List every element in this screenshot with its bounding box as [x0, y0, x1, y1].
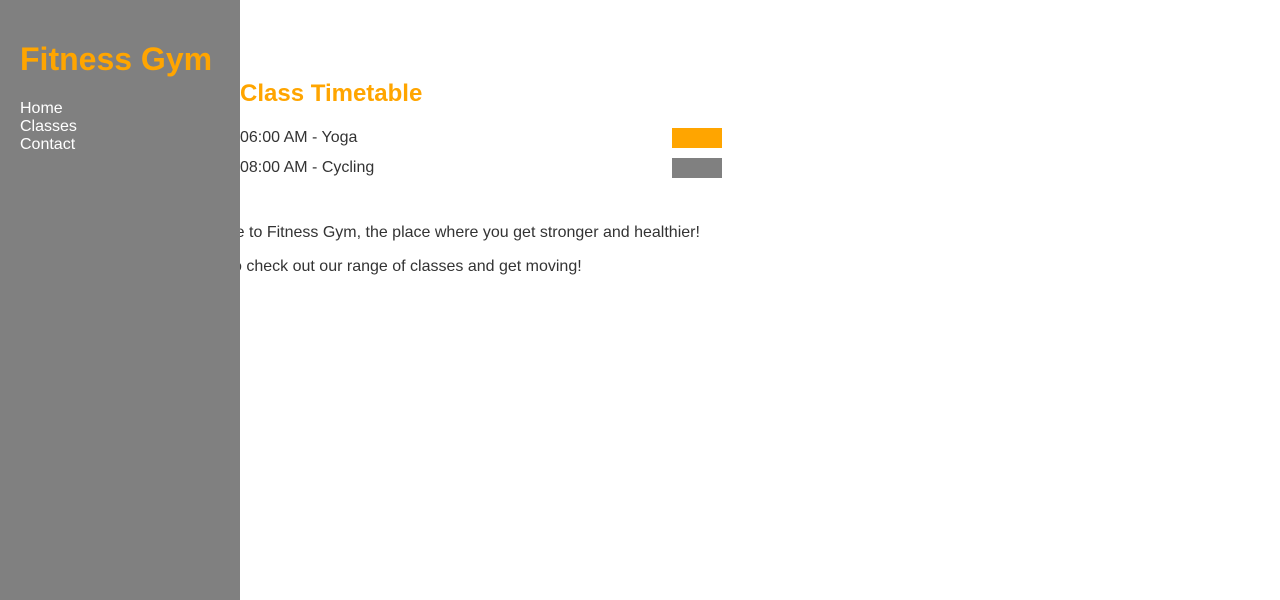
site-title: Fitness Gym: [20, 41, 213, 77]
sidebar: Fitness Gym Home Classes Contact: [0, 0, 240, 600]
timetable-title: Class Timetable: [240, 80, 423, 107]
page: Class Timetable 06:00 AM - Yoga 08:00 AM…: [0, 0, 1280, 600]
class-label: 06:00 AM - Yoga: [240, 129, 358, 146]
sidebar-item-contact[interactable]: Contact: [20, 136, 77, 154]
class-color-swatch: [672, 128, 722, 148]
class-row-yoga: 06:00 AM - Yoga: [240, 128, 722, 148]
sidebar-nav: Home Classes Contact: [20, 100, 77, 154]
welcome-text: elcome to Fitness Gym, the place where y…: [193, 224, 700, 241]
class-color-swatch: [672, 158, 722, 178]
class-label: 08:00 AM - Cycling: [240, 159, 375, 176]
sidebar-item-classes[interactable]: Classes: [20, 118, 77, 136]
sidebar-item-home[interactable]: Home: [20, 100, 77, 118]
welcome-subtext: sure to check out our range of classes a…: [193, 258, 582, 275]
class-row-cycling: 08:00 AM - Cycling: [240, 158, 722, 178]
